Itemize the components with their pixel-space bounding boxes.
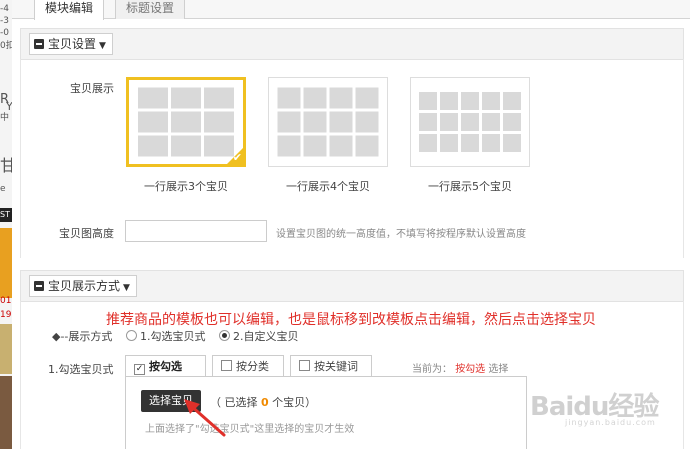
tab-module-edit[interactable]: 模块编辑	[34, 0, 105, 20]
height-hint: 设置宝贝图的统一高度值，不填写将按程序默认设置高度	[276, 229, 526, 240]
panel-note: 上面选择了"勾选宝贝式"这里选择的宝贝才生效	[145, 424, 355, 435]
strip-fragment: -4	[0, 4, 9, 14]
baidu-watermark-sub: jingyan.baidu.com	[565, 418, 656, 427]
radio-icon	[126, 330, 137, 341]
section-title: 宝贝设置	[48, 37, 97, 51]
arrow-pointer-icon	[184, 399, 226, 437]
selected-count-number: 0	[261, 396, 269, 409]
section-header-item-settings: 宝贝设置 ▼	[20, 28, 684, 60]
strip-fragment: e	[0, 184, 6, 194]
current-value: 按勾选	[455, 364, 486, 375]
checkbox-icon: ✓	[134, 364, 145, 375]
image-height-input[interactable]	[125, 220, 267, 242]
grid-preview	[419, 92, 521, 152]
display-label: 宝贝展示	[70, 82, 114, 95]
current-mode: 当前为： 按勾选 选择	[412, 360, 508, 375]
strip-image-block	[0, 324, 12, 374]
mode-label: ◆--展示方式	[52, 330, 113, 343]
subtab-label: 按分类	[236, 360, 269, 373]
mode-option-checkbox-style[interactable]: 1.勾选宝贝式	[126, 328, 206, 344]
strip-fragment: 中	[0, 113, 10, 123]
strip-fragment: 甘	[0, 156, 12, 175]
checkbox-icon	[221, 360, 232, 371]
layout-caption-3: 一行展示3个宝贝	[144, 180, 228, 193]
layout-caption-4: 一行展示4个宝贝	[286, 180, 370, 193]
current-prefix: 当前为：	[412, 364, 452, 375]
caret-down-icon: ▼	[99, 41, 106, 51]
section-toggle-item-settings[interactable]: 宝贝设置 ▼	[29, 33, 113, 55]
tab-title-settings[interactable]: 标题设置	[115, 0, 186, 19]
subtab-by-check[interactable]: ✓ 按勾选	[125, 355, 206, 377]
minus-icon	[34, 39, 44, 49]
check-icon: ✔	[232, 151, 242, 164]
subtab-by-category[interactable]: 按分类	[212, 355, 284, 377]
grid-preview	[277, 87, 379, 157]
subtab-label: 按关键词	[314, 360, 358, 373]
subtab-label: 按勾选	[149, 360, 182, 373]
strip-fragment: 01	[0, 296, 12, 306]
current-suffix[interactable]: 选择	[488, 364, 508, 375]
radio-icon	[219, 330, 230, 341]
minus-icon	[34, 281, 44, 291]
strip-image-block	[0, 376, 12, 449]
layout-card-5[interactable]	[410, 77, 530, 167]
mode-option-label: 2.自定义宝贝	[233, 330, 299, 343]
strip-fragment: -0	[0, 28, 9, 38]
caret-down-icon: ▼	[123, 283, 130, 293]
pick-label: 1.勾选宝贝式	[48, 363, 114, 376]
layout-caption-5: 一行展示5个宝贝	[428, 180, 512, 193]
mode-option-custom[interactable]: 2.自定义宝贝	[219, 328, 299, 344]
red-annotation: 推荐商品的模板也可以编辑，也是鼠标移到改模板点击编辑，然后点击选择宝贝	[106, 312, 596, 328]
strip-fragment: 19	[0, 310, 12, 320]
section-header-display-mode: 宝贝展示方式 ▼	[20, 270, 684, 302]
section-toggle-display-mode[interactable]: 宝贝展示方式 ▼	[29, 275, 137, 297]
strip-fragment: -3	[0, 16, 9, 26]
layout-card-3[interactable]: ✔	[126, 77, 246, 167]
section-title: 宝贝展示方式	[48, 279, 121, 293]
left-cropped-strip: -4 -3 -0 0扣 R Y 中 甘 e ST 01 19	[0, 0, 12, 449]
grid-preview	[138, 87, 234, 157]
subtab-by-keyword[interactable]: 按关键词	[290, 355, 372, 377]
layout-card-4[interactable]	[268, 77, 388, 167]
strip-fragment: ST	[0, 210, 10, 219]
checkbox-icon	[299, 360, 310, 371]
mode-option-label: 1.勾选宝贝式	[140, 330, 206, 343]
height-label: 宝贝图高度	[59, 227, 114, 240]
selected-suffix: 个宝贝）	[272, 396, 317, 409]
tab-bar: 模块编辑 标题设置	[12, 0, 690, 20]
strip-image-block	[0, 228, 12, 298]
strip-fragment: 0扣	[0, 41, 12, 51]
